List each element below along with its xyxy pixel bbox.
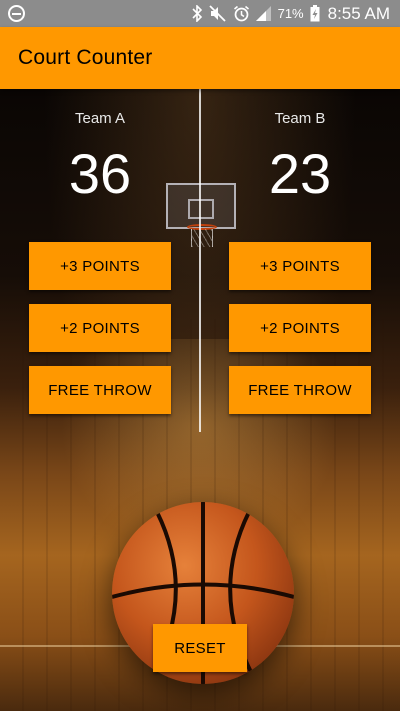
team-a-plus-2-button[interactable]: +2 POINTS	[29, 304, 171, 352]
do-not-disturb-icon	[8, 5, 25, 22]
signal-icon	[255, 6, 271, 21]
team-b-free-throw-button[interactable]: FREE THROW	[229, 366, 371, 414]
team-b-panel: Team B 23 +3 POINTS +2 POINTS FREE THROW	[200, 89, 400, 432]
reset-button[interactable]: RESET	[153, 624, 247, 672]
app-title: Court Counter	[18, 46, 153, 69]
team-b-plus-2-button[interactable]: +2 POINTS	[229, 304, 371, 352]
team-a-score: 36	[68, 142, 132, 205]
bluetooth-icon	[192, 5, 202, 22]
team-a-free-throw-button[interactable]: FREE THROW	[29, 366, 171, 414]
court-background: Team A 36 +3 POINTS +2 POINTS FREE THROW…	[0, 89, 400, 711]
team-b-name: Team B	[274, 110, 326, 127]
team-b-score: 23	[268, 142, 332, 205]
team-a-panel: Team A 36 +3 POINTS +2 POINTS FREE THROW	[0, 89, 200, 432]
clock: 8:55 AM	[327, 3, 390, 23]
mute-icon	[208, 5, 226, 22]
status-bar: 71% 8:55 AM	[0, 0, 400, 27]
app-bar: Court Counter	[0, 27, 400, 89]
battery-charging-icon	[310, 5, 320, 22]
team-b-plus-3-button[interactable]: +3 POINTS	[229, 242, 371, 290]
battery-percent: 71%	[277, 6, 304, 21]
team-a-plus-3-button[interactable]: +3 POINTS	[29, 242, 171, 290]
alarm-icon	[233, 5, 249, 22]
team-a-name: Team A	[74, 110, 126, 127]
